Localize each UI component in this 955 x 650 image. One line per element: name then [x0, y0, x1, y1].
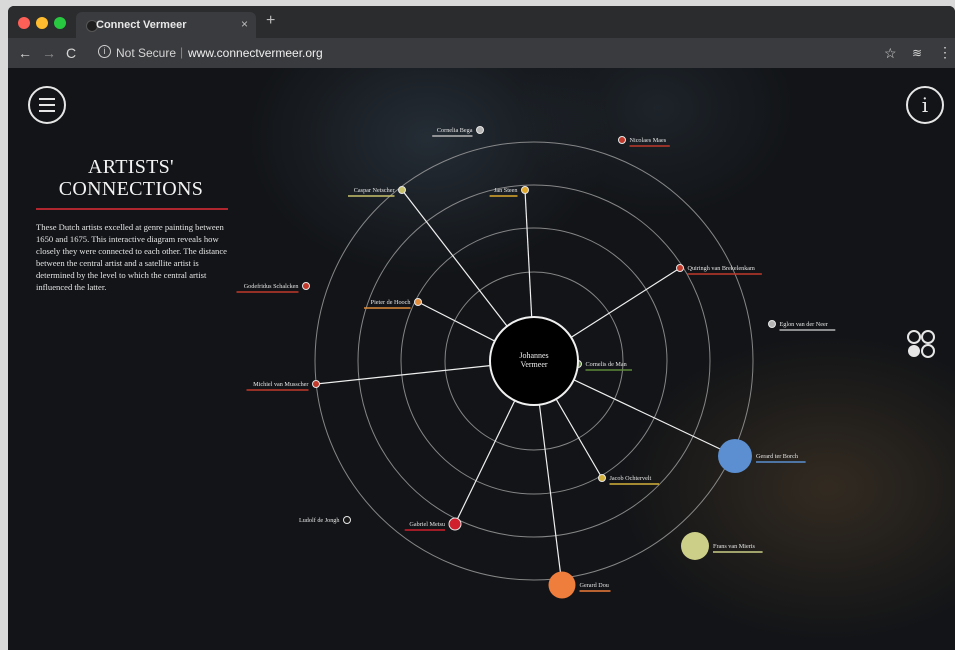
artist-node[interactable]: Eglon van der Neer: [768, 320, 836, 331]
security-status[interactable]: Not Secure: [116, 46, 176, 60]
reload-button[interactable]: C: [66, 45, 76, 61]
artist-node[interactable]: Jan Steen: [489, 186, 529, 197]
artist-node-circle[interactable]: [681, 532, 709, 560]
central-artist-name-line2: Vermeer: [520, 360, 547, 369]
tab-close-icon[interactable]: ×: [241, 17, 248, 31]
hamburger-menu-icon[interactable]: [28, 86, 66, 124]
artist-node[interactable]: Cornelia Bega: [432, 126, 484, 137]
artist-name-label[interactable]: Jacob Ochtervelt: [610, 475, 652, 482]
artist-name-label[interactable]: Pieter de Hooch: [371, 299, 412, 306]
page-description: These Dutch artists excelled at genre pa…: [36, 222, 227, 292]
close-window-button[interactable]: [18, 17, 30, 29]
back-button[interactable]: ←: [18, 45, 32, 61]
artist-node-circle[interactable]: [476, 126, 484, 134]
artist-name-label[interactable]: Jan Steen: [494, 187, 518, 194]
artist-name-label[interactable]: Quiringh van Brekelenkam: [688, 265, 756, 272]
address-bar: ← → C i Not Secure | www.connectvermeer.…: [8, 38, 955, 68]
tab-title: Connect Vermeer: [96, 19, 187, 31]
artist-node-circle[interactable]: [312, 380, 320, 388]
artist-node-circle[interactable]: [768, 320, 776, 328]
browser-window: Connect Vermeer × + ← → C i Not Secure |…: [8, 6, 955, 650]
artist-node[interactable]: Michiel van Musscher: [246, 380, 320, 391]
artist-node-circle[interactable]: [414, 298, 422, 306]
artist-name-label[interactable]: Michiel van Musscher: [253, 381, 308, 388]
page-title-line1: ARTISTS': [88, 156, 174, 178]
artist-node-circle[interactable]: [302, 282, 310, 290]
info-icon[interactable]: i: [906, 86, 944, 124]
forward-button[interactable]: →: [42, 45, 56, 61]
maximize-window-button[interactable]: [54, 17, 66, 29]
artist-node[interactable]: Godefridus Schalcken: [236, 282, 310, 293]
artist-name-label[interactable]: Gabriel Metsu: [409, 521, 445, 528]
artist-name-label[interactable]: Ludolf de Jongh: [299, 517, 340, 524]
url-separator: |: [180, 45, 184, 59]
artist-name-label[interactable]: Nicolaes Maes: [630, 137, 667, 144]
new-tab-button[interactable]: +: [266, 12, 275, 30]
artist-node[interactable]: Caspar Netscher: [348, 186, 406, 197]
url-text[interactable]: www.connectvermeer.org: [188, 46, 323, 60]
tab-connect-vermeer[interactable]: Connect Vermeer ×: [76, 12, 256, 38]
artist-node-circle[interactable]: [618, 136, 626, 144]
central-artist-node[interactable]: Johannes Vermeer: [489, 316, 579, 406]
title-underline: [36, 208, 228, 210]
browser-menu-icon[interactable]: ⋮: [938, 44, 952, 61]
artist-node[interactable]: Gabriel Metsu: [404, 517, 462, 531]
bookmark-star-icon[interactable]: ☆: [884, 45, 897, 62]
info-circle-icon[interactable]: i: [98, 45, 111, 58]
artist-name-label[interactable]: Cornelia Bega: [437, 127, 473, 134]
minimize-window-button[interactable]: [36, 17, 48, 29]
artist-node[interactable]: Nicolaes Maes: [618, 136, 670, 147]
artist-name-label[interactable]: Gerard Dou: [580, 582, 609, 589]
artist-node-circle[interactable]: [398, 186, 406, 194]
artist-name-label[interactable]: Eglon van der Neer: [780, 321, 828, 328]
artist-node[interactable]: Ludolf de Jongh: [293, 516, 351, 527]
artist-node[interactable]: Gerard ter Borch: [718, 439, 806, 473]
artist-node-circle[interactable]: [448, 517, 462, 531]
central-artist-name-line1: Johannes: [519, 351, 548, 360]
artist-node-circle[interactable]: [521, 186, 529, 194]
url-field[interactable]: i Not Secure | www.connectvermeer.org: [90, 42, 880, 64]
artist-name-label[interactable]: Godefridus Schalcken: [244, 283, 299, 290]
artist-node[interactable]: Jacob Ochtervelt: [598, 474, 660, 485]
extension-icon[interactable]: ≋: [912, 46, 922, 60]
page-title-line2: CONNECTIONS: [58, 178, 204, 200]
tab-bar: Connect Vermeer × +: [8, 6, 955, 38]
artist-node[interactable]: Cornelis de Man: [574, 360, 633, 371]
artist-node[interactable]: Frans van Mieris: [681, 532, 763, 560]
artist-node[interactable]: Quiringh van Brekelenkam: [676, 264, 762, 275]
artist-node-circle[interactable]: [548, 571, 576, 599]
artist-name-label[interactable]: Gerard ter Borch: [756, 453, 799, 460]
artist-name-label[interactable]: Cornelis de Man: [586, 361, 627, 368]
artist-node-circle[interactable]: [343, 516, 351, 524]
page-title: ARTISTS' CONNECTIONS: [36, 156, 226, 200]
artist-name-label[interactable]: Frans van Mieris: [713, 543, 756, 550]
artist-node-circle[interactable]: [676, 264, 684, 272]
page-content: Cornelia Bega Nicolaes Maes Caspar Netsche…: [8, 68, 955, 650]
artist-node-circle[interactable]: [598, 474, 606, 482]
artist-node-circle[interactable]: [718, 439, 752, 473]
artist-name-label[interactable]: Caspar Netscher: [354, 187, 395, 194]
view-toggle-icon[interactable]: [905, 328, 937, 360]
